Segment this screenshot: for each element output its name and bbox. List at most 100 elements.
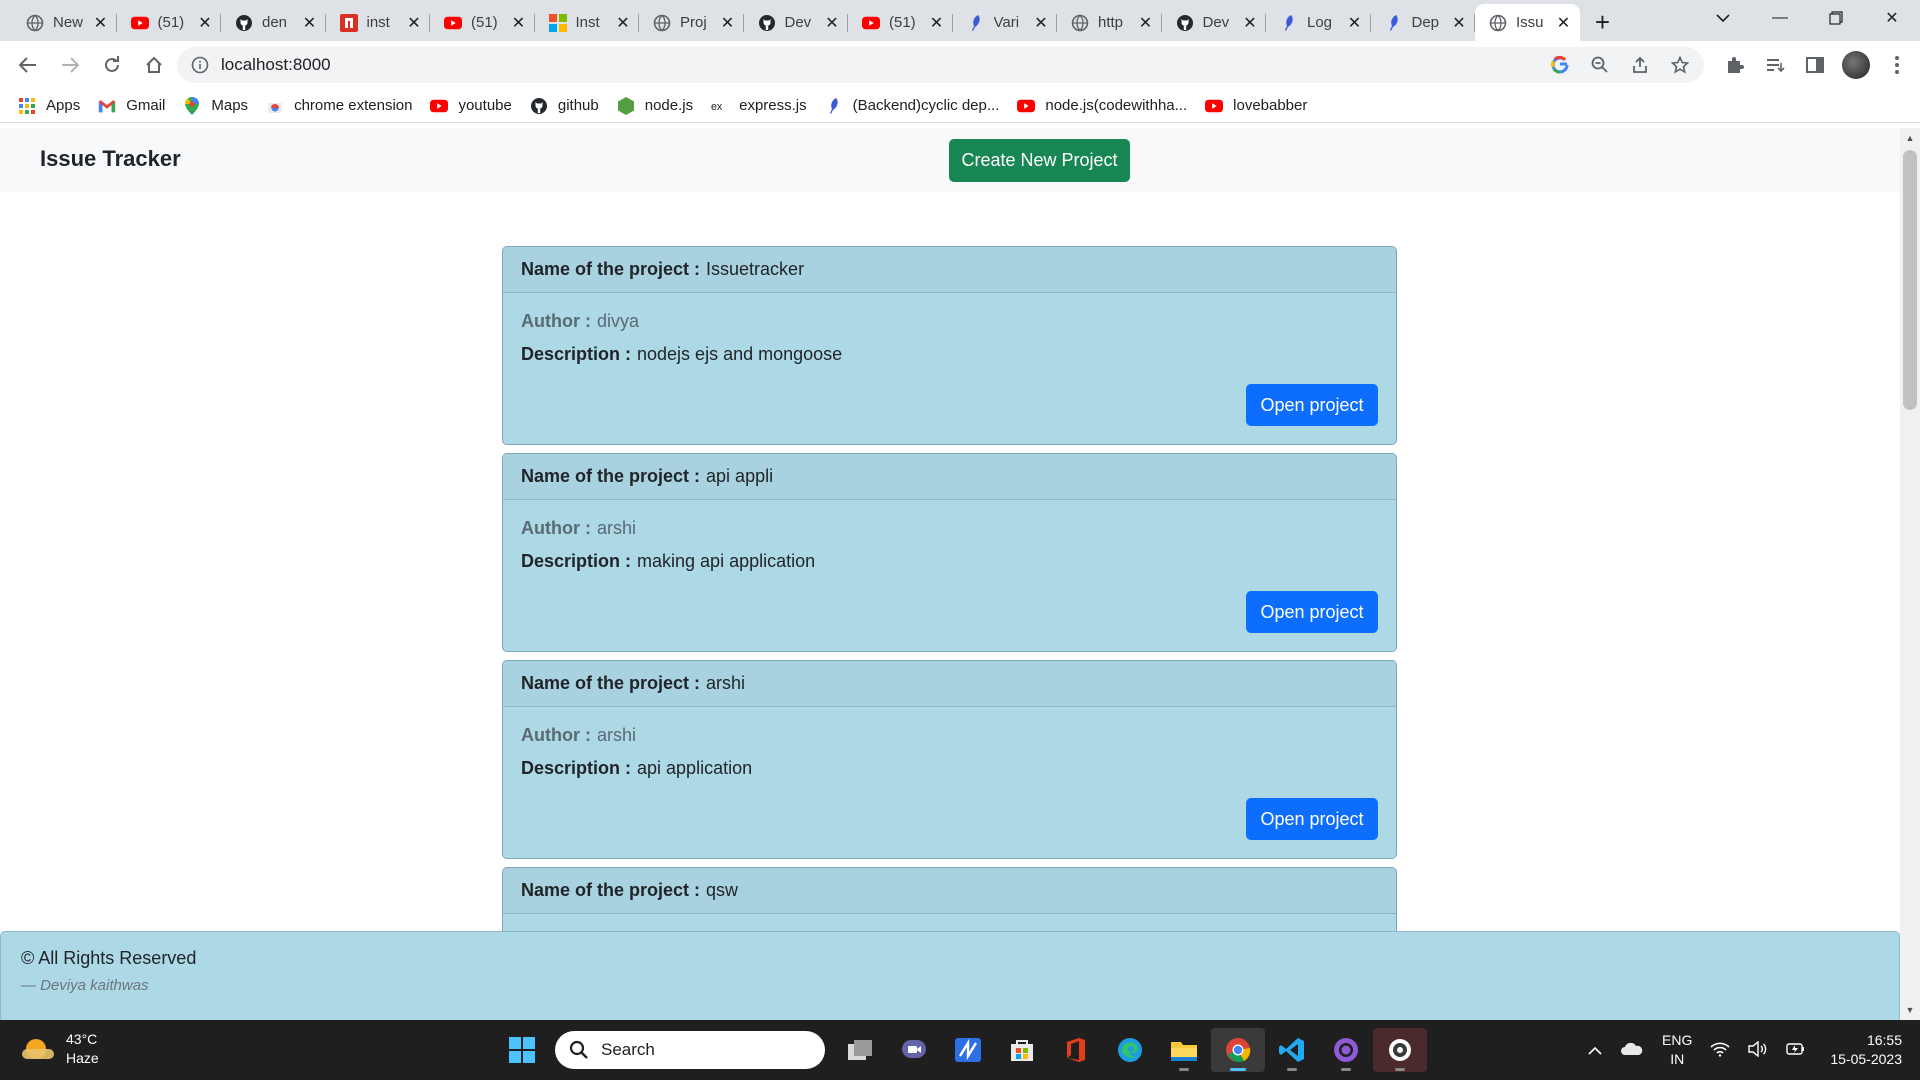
microsoft-store-icon[interactable]: [995, 1028, 1049, 1072]
home-icon[interactable]: [134, 45, 174, 85]
close-tab-icon[interactable]: ✕: [302, 15, 318, 32]
address-bar[interactable]: localhost:8000: [177, 47, 1704, 83]
browser-tab[interactable]: http ✕: [1057, 4, 1162, 41]
close-tab-icon[interactable]: ✕: [824, 15, 840, 32]
close-tab-icon[interactable]: ✕: [1033, 15, 1049, 32]
browser-tab[interactable]: (51) ✕: [430, 4, 535, 41]
chrome-menu-icon[interactable]: [1884, 52, 1910, 78]
close-tab-icon[interactable]: ✕: [1242, 15, 1258, 32]
back-arrow-icon[interactable]: [8, 45, 48, 85]
browser-tab[interactable]: Inst ✕: [535, 4, 640, 41]
share-icon[interactable]: [1628, 53, 1652, 77]
close-tab-icon[interactable]: ✕: [511, 15, 527, 32]
profile-avatar[interactable]: [1842, 51, 1870, 79]
browser-tab[interactable]: den ✕: [221, 4, 326, 41]
search-placeholder: Search: [601, 1040, 655, 1059]
new-tab-button[interactable]: +: [1586, 5, 1620, 39]
project-card-header: Name of the project : qsw: [503, 868, 1396, 914]
globe-icon: [1071, 14, 1089, 32]
bookmark-item[interactable]: youtube: [430, 97, 512, 115]
close-tab-icon[interactable]: ✕: [93, 15, 109, 32]
show-hidden-icons-chevron-icon[interactable]: [1588, 1042, 1602, 1058]
browser-tab[interactable]: Proj ✕: [639, 4, 744, 41]
close-tab-icon[interactable]: ✕: [720, 15, 736, 32]
volume-icon[interactable]: [1748, 1040, 1768, 1060]
tab-search-icon[interactable]: [1708, 6, 1738, 30]
teams-chat-icon[interactable]: [887, 1028, 941, 1072]
browser-tab[interactable]: Dev ✕: [1162, 4, 1267, 41]
chrome-taskbar-icon[interactable]: [1211, 1028, 1265, 1072]
file-explorer-icon[interactable]: [1157, 1028, 1211, 1072]
close-tab-icon[interactable]: ✕: [615, 15, 631, 32]
scroll-down-arrow-icon[interactable]: ▼: [1900, 1002, 1920, 1018]
weather-widget[interactable]: 43°C Haze: [22, 1030, 99, 1068]
close-tab-icon[interactable]: ✕: [197, 15, 213, 32]
site-info-icon[interactable]: [191, 56, 209, 74]
reading-list-icon[interactable]: [1762, 52, 1788, 78]
project-name-value: Issuetracker: [706, 259, 805, 279]
browser-tab[interactable]: Dev ✕: [744, 4, 849, 41]
bookmark-item[interactable]: (Backend)cyclic dep...: [825, 97, 999, 115]
close-window-icon[interactable]: ✕: [1864, 0, 1920, 36]
browser-tab[interactable]: New ✕: [12, 4, 117, 41]
system-clock[interactable]: 16:55 15-05-2023: [1830, 1031, 1902, 1069]
bookmark-item[interactable]: ex express.js: [711, 97, 807, 115]
windows-start-icon[interactable]: [495, 1028, 549, 1072]
obs-recorder-icon[interactable]: [1373, 1028, 1427, 1072]
close-tab-icon[interactable]: ✕: [929, 15, 945, 32]
forward-arrow-icon[interactable]: [50, 45, 90, 85]
bookmark-star-icon[interactable]: [1668, 53, 1692, 77]
browser-tab[interactable]: (51) ✕: [117, 4, 222, 41]
close-tab-icon[interactable]: ✕: [1138, 15, 1154, 32]
create-new-project-button[interactable]: Create New Project: [949, 139, 1130, 182]
open-project-button[interactable]: Open project: [1246, 384, 1378, 426]
browser-tab[interactable]: Dep ✕: [1371, 4, 1476, 41]
page-scrollbar[interactable]: ▲ ▼: [1900, 128, 1920, 1020]
browser-tab[interactable]: inst ✕: [326, 4, 431, 41]
bookmark-item[interactable]: lovebabber: [1205, 97, 1307, 115]
side-panel-icon[interactable]: [1802, 52, 1828, 78]
office-icon[interactable]: [1049, 1028, 1103, 1072]
bookmark-item[interactable]: node.js: [617, 96, 693, 115]
bookmark-label: github: [557, 97, 599, 114]
scroll-up-arrow-icon[interactable]: ▲: [1900, 130, 1920, 146]
bookmark-item[interactable]: Maps: [183, 96, 248, 115]
language-indicator[interactable]: ENG IN: [1662, 1031, 1692, 1069]
youtube-icon: [1017, 97, 1036, 115]
close-tab-icon[interactable]: ✕: [406, 15, 422, 32]
close-tab-icon[interactable]: ✕: [1347, 15, 1363, 32]
navbar-brand[interactable]: Issue Tracker: [40, 146, 181, 172]
open-project-button[interactable]: Open project: [1246, 591, 1378, 633]
task-view-icon[interactable]: [833, 1028, 887, 1072]
browser-tab[interactable]: Issu ✕: [1475, 4, 1580, 41]
battery-icon[interactable]: [1786, 1040, 1806, 1061]
open-project-button[interactable]: Open project: [1246, 798, 1378, 840]
project-card-body: Author : divya Description : nodejs ejs …: [503, 293, 1396, 383]
reload-icon[interactable]: [92, 45, 132, 85]
scrollbar-thumb[interactable]: [1903, 150, 1917, 410]
browser-tab[interactable]: (51) ✕: [848, 4, 953, 41]
close-tab-icon[interactable]: ✕: [1556, 15, 1572, 32]
onedrive-cloud-icon[interactable]: [1620, 1042, 1644, 1059]
github-desktop-icon[interactable]: [1319, 1028, 1373, 1072]
whiteboard-app-icon[interactable]: [941, 1028, 995, 1072]
restore-icon[interactable]: [1808, 0, 1864, 36]
minimize-icon[interactable]: —: [1752, 0, 1808, 36]
bookmark-item[interactable]: Apps: [18, 97, 80, 115]
url-text[interactable]: localhost:8000: [221, 55, 331, 75]
extensions-puzzle-icon[interactable]: [1722, 52, 1748, 78]
description-label: Description :: [521, 758, 632, 778]
close-tab-icon[interactable]: ✕: [1451, 15, 1467, 32]
bookmark-item[interactable]: chrome extension: [266, 97, 412, 115]
browser-tab[interactable]: Vari ✕: [953, 4, 1058, 41]
vscode-icon[interactable]: [1265, 1028, 1319, 1072]
google-lens-icon[interactable]: [1548, 53, 1572, 77]
taskbar-search[interactable]: Search: [555, 1031, 825, 1069]
wifi-icon[interactable]: [1710, 1041, 1730, 1060]
bookmark-item[interactable]: node.js(codewithha...: [1017, 97, 1187, 115]
browser-tab[interactable]: Log ✕: [1266, 4, 1371, 41]
bookmark-item[interactable]: github: [530, 97, 599, 115]
bookmark-item[interactable]: Gmail: [98, 97, 165, 115]
zoom-icon[interactable]: [1588, 53, 1612, 77]
edge-browser-icon[interactable]: [1103, 1028, 1157, 1072]
